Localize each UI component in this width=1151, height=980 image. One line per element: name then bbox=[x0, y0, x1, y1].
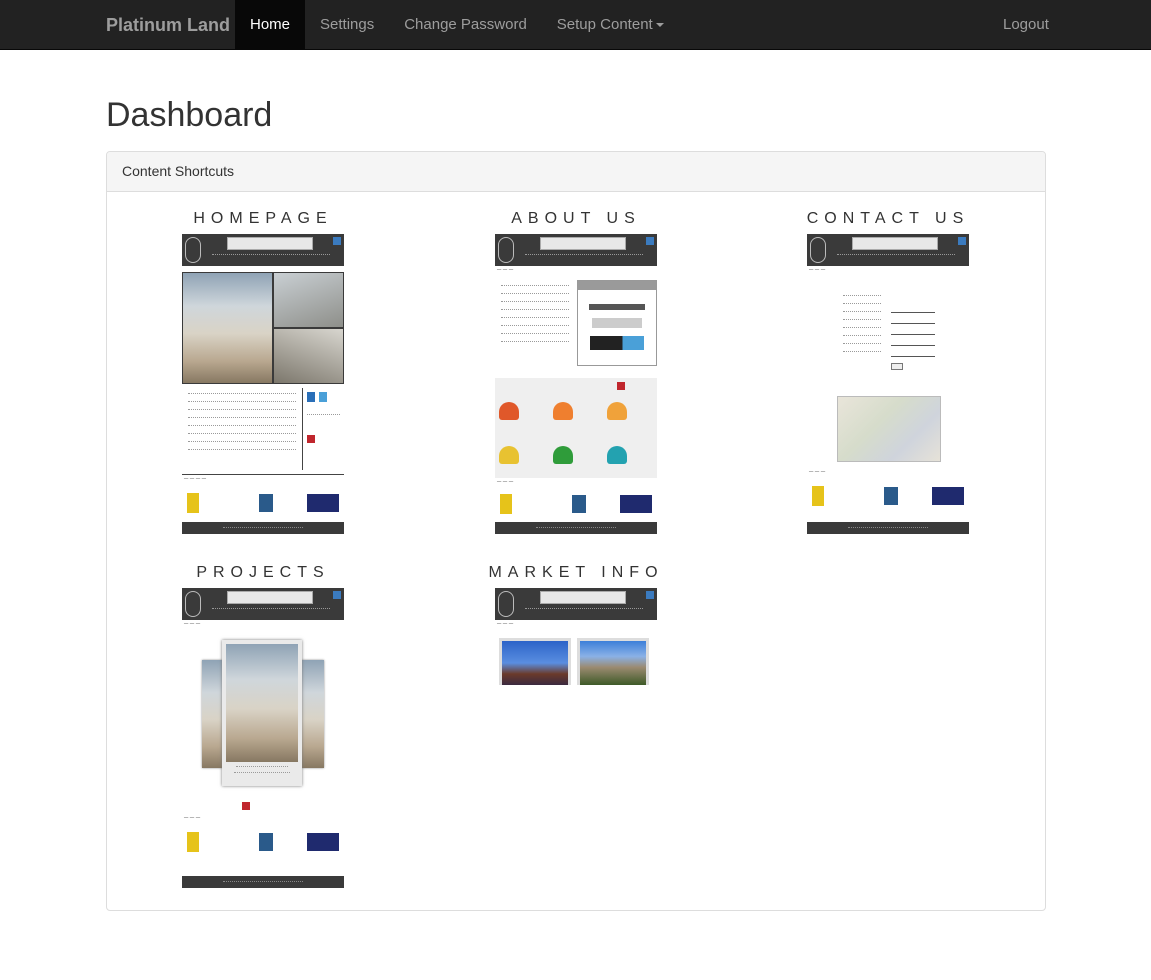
pdf-icon bbox=[617, 382, 625, 390]
nav-change-password[interactable]: Change Password bbox=[389, 0, 542, 50]
thumb-header bbox=[807, 234, 969, 266]
building-image bbox=[183, 273, 272, 383]
content-shortcuts-panel: Content Shortcuts HOMEPAGE ─ ─ ─ ─ ABOUT… bbox=[106, 151, 1046, 911]
social-icon bbox=[333, 237, 341, 245]
partner-logos bbox=[182, 828, 344, 856]
brand-link[interactable]: Platinum Land bbox=[106, 0, 230, 50]
building-image bbox=[226, 644, 298, 762]
shortcut-market-info: MARKET INFO ─ ─ ─ bbox=[426, 558, 726, 685]
page-title: Dashboard bbox=[106, 96, 273, 134]
shortcut-contact-us: CONTACT US ─ ─ ─ ─ ─ ─ bbox=[738, 204, 1038, 534]
about-us-thumbnail[interactable]: ─ ─ ─ ─ ─ ─ bbox=[495, 234, 657, 534]
thumb-header bbox=[182, 588, 344, 620]
shortcut-title: MARKET INFO bbox=[488, 564, 664, 581]
pdf-icon bbox=[242, 802, 250, 810]
thumb-footer bbox=[495, 522, 657, 534]
contact-form bbox=[891, 290, 935, 390]
shortcut-title: ABOUT US bbox=[511, 210, 641, 227]
shortcut-title: PROJECTS bbox=[196, 564, 330, 581]
market-info-thumbnail[interactable]: ─ ─ ─ bbox=[495, 588, 657, 685]
nav-logout[interactable]: Logout bbox=[988, 0, 1064, 50]
logo-icon bbox=[810, 237, 826, 263]
projects-carousel bbox=[182, 634, 344, 786]
main-nav: Home Settings Change Password Setup Cont… bbox=[235, 0, 679, 50]
homepage-hero bbox=[182, 272, 344, 384]
location-map bbox=[837, 396, 941, 462]
partner-logos bbox=[182, 489, 344, 517]
shortcut-title: CONTACT US bbox=[806, 210, 970, 227]
thumb-footer bbox=[182, 876, 344, 888]
social-icon bbox=[646, 237, 654, 245]
projects-thumbnail[interactable]: ─ ─ ─ ─ ─ ─ bbox=[182, 588, 344, 888]
pdf-icon bbox=[307, 435, 315, 443]
contact-us-thumbnail[interactable]: ─ ─ ─ ─ ─ ─ bbox=[807, 234, 969, 534]
right-nav: Logout bbox=[988, 0, 1064, 50]
thumb-footer bbox=[182, 522, 344, 534]
social-icon bbox=[333, 591, 341, 599]
partners-box bbox=[577, 280, 657, 366]
chevron-down-icon bbox=[655, 23, 664, 28]
partner-logos bbox=[495, 490, 657, 518]
thumb-footer bbox=[807, 522, 969, 534]
homepage-thumbnail[interactable]: ─ ─ ─ ─ bbox=[182, 234, 344, 534]
shortcut-homepage: HOMEPAGE ─ ─ ─ ─ bbox=[113, 204, 413, 534]
interior-image bbox=[273, 329, 343, 383]
nav-settings[interactable]: Settings bbox=[305, 0, 389, 50]
shortcut-title: HOMEPAGE bbox=[193, 210, 333, 227]
logo-icon bbox=[185, 237, 201, 263]
nav-setup-content-label: Setup Content bbox=[556, 16, 653, 33]
nav-home[interactable]: Home bbox=[235, 0, 306, 50]
thumb-header bbox=[495, 588, 657, 620]
helmets-grid bbox=[495, 378, 657, 478]
logo-icon bbox=[498, 237, 514, 263]
twitter-icon bbox=[319, 392, 327, 402]
shortcut-about-us: ABOUT US ─ ─ ─ ─ ─ ─ bbox=[426, 204, 726, 534]
partner-logos bbox=[807, 482, 969, 510]
top-navbar: Platinum Land Home Settings Change Passw… bbox=[0, 0, 1151, 50]
social-icon bbox=[958, 237, 966, 245]
thumb-header bbox=[495, 234, 657, 266]
interior-image bbox=[273, 273, 343, 327]
market-image bbox=[499, 638, 571, 685]
nav-setup-content[interactable]: Setup Content bbox=[542, 0, 679, 50]
linkedin-icon bbox=[307, 392, 315, 402]
market-image bbox=[577, 638, 649, 685]
thumb-header bbox=[182, 234, 344, 266]
shortcut-projects: PROJECTS ─ ─ ─ ─ ─ ─ bbox=[113, 558, 413, 888]
logo-icon bbox=[185, 591, 201, 617]
social-icon bbox=[646, 591, 654, 599]
logo-icon bbox=[498, 591, 514, 617]
panel-heading: Content Shortcuts bbox=[107, 152, 1045, 192]
